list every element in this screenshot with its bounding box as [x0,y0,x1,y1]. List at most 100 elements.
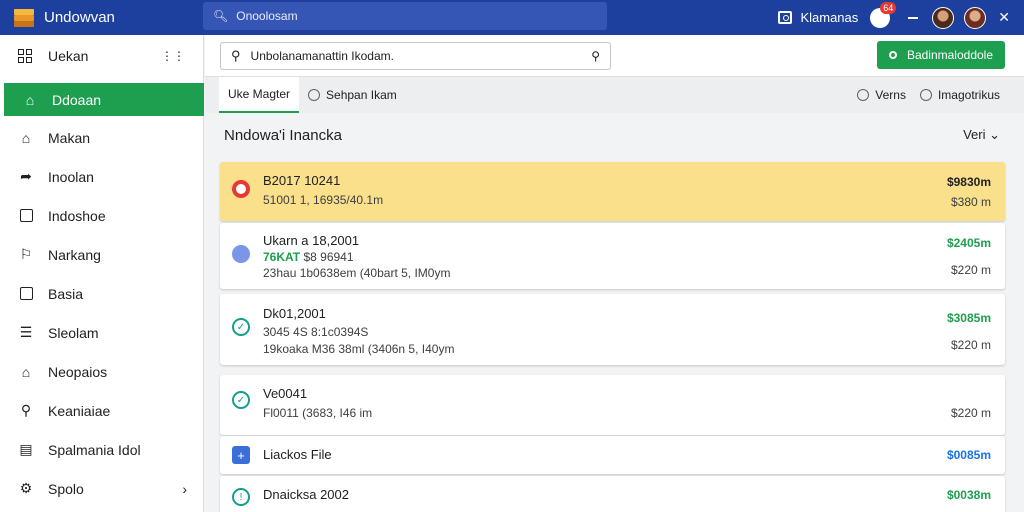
clear-search-icon[interactable]: ⚲ [591,49,600,63]
entry-title: Liackos File [263,447,332,462]
radio-icon [919,89,932,101]
view-label: Veri [963,127,986,142]
send-icon: ➦ [20,168,32,184]
close-icon[interactable]: ✕ [998,9,1010,26]
list-icon: ☰ [19,324,33,340]
sidebar-item-label: Keaniaiae [48,402,111,419]
entry-detail: 3045 4S 8:1c0394S [263,325,369,339]
settings-icon: ⚙ [19,480,33,496]
status-dot-icon [232,245,250,263]
tab-uke-magter[interactable]: Uke Magter [219,77,300,113]
sidebar-item-neopaios[interactable]: ⌂ Neopaios [0,352,203,391]
notification-badge: 64 [880,1,897,14]
search-icon: 🔍︎ [213,9,229,23]
entry-tag: 76KAT [263,250,301,264]
entry-sub-amount: $220 m [950,263,991,277]
entry-sub-amount: $220 m [950,406,991,420]
list-item[interactable]: ✓ Dk01,2001 3045 4S 8:1c0394S 19koaka M3… [220,294,1005,365]
sidebar-item-keaniaiae[interactable]: ⚲ Keaniaiae [0,391,203,430]
sidebar-item-ddoaan[interactable]: ⌂ Ddoaan [4,83,204,116]
circle-icon [888,51,897,59]
entry-detail: 51001 1, 16935/40.1m [263,193,384,207]
search-text: Unbolanamanattin Ikodam. [250,48,394,63]
chevron-down-icon: ⌄ [989,127,1000,142]
sidebar-item-label: Neopaios [48,363,108,380]
chart-icon: ▤ [19,441,33,457]
brand[interactable]: Undowvan [0,8,200,27]
primary-action-label: Badinmaloddole [906,48,993,62]
more-icon[interactable]: ⋮⋮ [161,49,185,63]
top-search-input[interactable]: 🔍︎ Onoolosam [203,2,607,30]
list-item[interactable]: ! Dnaicksa 2002 $0038m [220,476,1005,512]
status-dot-icon [232,180,250,198]
minimize-icon[interactable] [908,16,919,19]
sidebar-item-label: Basia [48,285,84,302]
entry-detail: Fl0011 (3683, I46 im [263,406,373,420]
list-item[interactable]: ✓ Ve0041 Fl0011 (3683, I46 im $220 m [220,375,1005,435]
top-search-text: Onoolosam [236,9,298,23]
entry-sub-amount: $380 m [950,195,991,209]
entry-sub-amount: $220 m [950,338,991,352]
notification-bell-icon[interactable]: 64 [870,1,897,28]
search-icon: ⚲ [231,47,241,63]
info-circle-icon: ! [232,488,250,506]
grid-icon[interactable] [18,49,32,63]
radio-icon [857,89,870,101]
sidebar-item-basia[interactable]: Basia [0,274,203,313]
entry-amount: $2405m [946,236,991,250]
entry-detail: 76KAT $8 96941 [263,250,354,264]
top-bar: Undowvan 🔍︎ Onoolosam Klamanas 64 ✕ [0,0,1024,35]
entry-meta: 19koaka M36 38ml (3406n 5, I40ym [263,342,455,356]
filter-option-imagotrikus[interactable]: Imagotrikus [919,88,1000,102]
entry-meta: 23hau 1b0638em (40bart 5, IM0ym [263,266,451,280]
avatar[interactable] [932,6,955,29]
sidebar-item-label: Sleolam [48,324,99,341]
search-input[interactable]: ⚲ Unbolanamanattin Ikodam. ⚲ [220,41,611,70]
sidebar-item-sleolam[interactable]: ☰ Sleolam [0,313,203,352]
sidebar-item-label: Inoolan [48,168,94,185]
sidebar-item-indoshoe[interactable]: Indoshoe [0,196,203,235]
entry-title: Ve0041 [263,386,308,401]
sidebar-header: Uekan ⋮⋮ [0,35,203,77]
view-dropdown[interactable]: Veri ⌄ [963,127,1000,143]
entry-title: Ukarn a 18,2001 [263,233,360,248]
account-name[interactable]: Klamanas [800,10,858,25]
entry-title: Dnaicksa 2002 [263,487,349,502]
list-item[interactable]: B2017 10241 51001 1, 16935/40.1m $9830m … [220,162,1005,221]
house-icon: ⌂ [21,363,31,380]
filter-option-verns[interactable]: Verns [857,88,906,102]
sidebar-item-spalmania[interactable]: ▤ Spalmania Idol [0,430,203,469]
primary-action-button[interactable]: Badinmaloddole [876,41,1005,69]
account-card-icon[interactable] [778,11,793,24]
sidebar: Uekan ⋮⋮ ⌂ Ddoaan ⌂ Makan ➦ Inoolan Indo… [0,35,204,512]
list-item[interactable]: + Liackos File $0085m [220,436,1005,474]
entry-title: Dk01,2001 [263,306,326,321]
document-icon [18,286,34,302]
sidebar-item-spolo[interactable]: ⚙ Spolo › [0,469,203,508]
sidebar-item-narkang[interactable]: ⚐ Narkang [0,235,203,274]
check-circle-icon: ✓ [232,391,250,409]
main-toolbar: ⚲ Unbolanamanattin Ikodam. ⚲ Badinmalodd… [205,35,1024,77]
tag-icon: ⚐ [19,246,33,262]
sidebar-item-label: Spalmania Idol [48,441,141,458]
list-item[interactable]: Ukarn a 18,2001 76KAT $8 96941 23hau 1b0… [220,223,1005,289]
sidebar-title: Uekan [48,48,89,64]
entry-title: B2017 10241 [263,173,341,188]
chevron-right-icon[interactable]: › [182,481,187,497]
sidebar-item-label: Narkang [48,246,101,263]
tab-sehpan-ikam[interactable]: Sehpan Ikam [299,77,406,113]
house-outline-icon: ⌂ [21,129,31,146]
entry-amount: $3085m [946,311,991,325]
radio-icon [308,89,321,101]
sidebar-item-inoolan[interactable]: ➦ Inoolan [0,157,203,196]
section-title: Nndowa'i Inancka [224,126,342,144]
tab-label: Sehpan Ikam [326,88,397,102]
avatar-secondary[interactable] [964,6,987,29]
tab-label: Uke Magter [228,87,291,101]
sidebar-item-makan[interactable]: ⌂ Makan [0,118,203,157]
filter-label: Verns [875,88,906,102]
entry-amount: $0038m [946,488,991,502]
filter-label: Imagotrikus [937,88,1000,102]
app-name: Undowvan [44,9,115,26]
entry-amount: $0085m [946,448,991,462]
